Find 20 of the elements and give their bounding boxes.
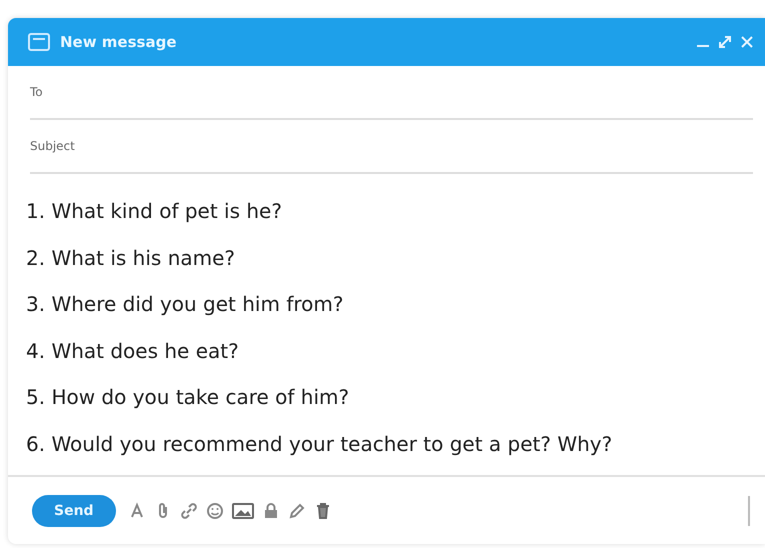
window-title: New message [60,33,176,51]
more-icon[interactable] [747,496,751,526]
message-line: 6. Would you recommend your teacher to get a pet? Why? [26,430,614,458]
expand-icon[interactable] [717,34,733,50]
field-label: To [30,85,43,99]
input-field[interactable]: To [30,66,753,120]
window-icon [28,33,50,51]
field-label: Subject [30,139,75,153]
emoji-icon[interactable] [206,502,224,520]
message-line: 3. Where did you get him from? [26,291,344,318]
input-field[interactable]: Subject [30,120,753,174]
message-line: 5. How do you take care of him? [26,384,350,411]
send-button[interactable]: Send [32,495,116,527]
link-icon[interactable] [180,502,198,520]
close-icon[interactable] [739,34,755,50]
message-line: 1. What kind of pet is he? [26,198,283,225]
image-icon[interactable] [232,502,254,520]
message-line: 2. What is his name? [26,244,236,272]
pen-icon[interactable] [288,502,306,520]
message-line: 4. What does he eat? [26,338,240,364]
